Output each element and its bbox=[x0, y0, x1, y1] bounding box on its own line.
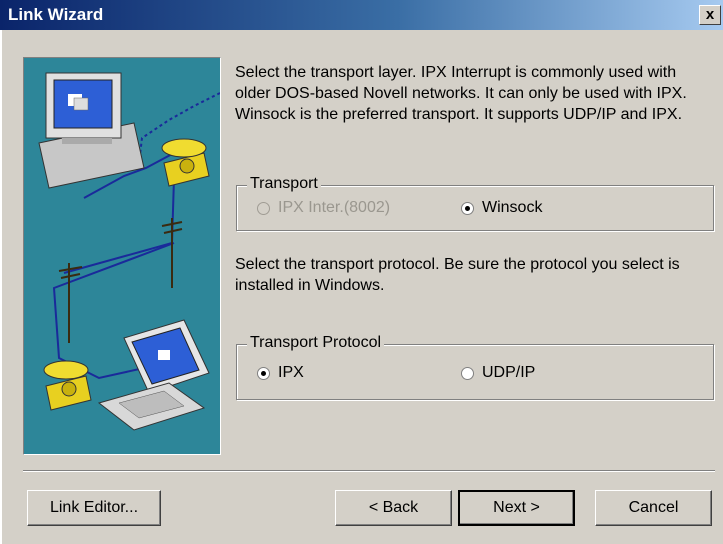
radio-ipx-interrupt[interactable]: IPX Inter.(8002) bbox=[257, 199, 390, 217]
radio-circle-icon bbox=[257, 201, 270, 215]
telephone-icon-2 bbox=[43, 360, 92, 411]
transport-group-label: Transport bbox=[247, 175, 321, 193]
radio-winsock-label: Winsock bbox=[482, 199, 543, 216]
close-icon: x bbox=[705, 6, 715, 23]
network-illustration bbox=[23, 57, 221, 455]
radio-ipx-label: IPX bbox=[278, 364, 304, 381]
radio-circle-icon bbox=[461, 201, 474, 215]
desktop-computer-icon bbox=[38, 72, 145, 189]
radio-udp-ip-label: UDP/IP bbox=[482, 364, 536, 381]
radio-udp-ip[interactable]: UDP/IP bbox=[461, 364, 535, 382]
link-editor-button[interactable]: Link Editor... bbox=[27, 490, 161, 526]
footer-separator bbox=[23, 470, 715, 472]
radio-circle-icon bbox=[461, 366, 474, 380]
transport-layer-description: Select the transport layer. IPX Interrup… bbox=[235, 64, 687, 123]
telephone-pole-icon-2 bbox=[58, 263, 83, 343]
telephone-pole-icon bbox=[161, 218, 183, 288]
radio-circle-icon bbox=[257, 366, 270, 380]
transport-protocol-group-label: Transport Protocol bbox=[247, 334, 385, 352]
transport-group: Transport IPX Inter.(8002) Winsock bbox=[236, 175, 714, 231]
transport-protocol-description: Select the transport protocol. Be sure t… bbox=[235, 256, 680, 294]
network-illustration-art bbox=[38, 72, 220, 431]
radio-ipx-interrupt-label: IPX Inter.(8002) bbox=[278, 199, 391, 216]
close-button[interactable]: x bbox=[699, 5, 721, 25]
telephone-icon bbox=[161, 138, 210, 187]
window-title: Link Wizard bbox=[8, 5, 104, 24]
radio-ipx[interactable]: IPX bbox=[257, 364, 304, 382]
back-button[interactable]: < Back bbox=[335, 490, 452, 526]
cancel-button[interactable]: Cancel bbox=[595, 490, 712, 526]
next-button[interactable]: Next > bbox=[458, 490, 575, 526]
radio-winsock[interactable]: Winsock bbox=[461, 199, 542, 217]
phone-line bbox=[63, 177, 175, 274]
title-bar: Link Wizard x bbox=[0, 0, 723, 30]
transport-protocol-group: Transport Protocol IPX UDP/IP bbox=[236, 334, 714, 400]
